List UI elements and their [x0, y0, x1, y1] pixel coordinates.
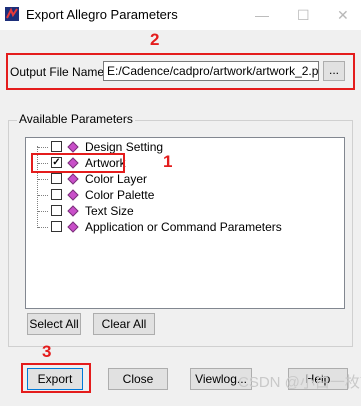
checkbox[interactable] [51, 141, 62, 152]
window-title: Export Allegro Parameters [26, 7, 178, 22]
tree-item-label: Application or Command Parameters [85, 220, 282, 234]
clear-all-button[interactable]: Clear All [93, 313, 155, 335]
parameter-icon [67, 173, 79, 185]
parameter-icon [67, 221, 79, 233]
tree-item-label: Text Size [85, 204, 134, 218]
browse-button[interactable]: ... [323, 61, 345, 81]
parameter-icon [67, 141, 79, 153]
parameters-group-label: Available Parameters [17, 112, 135, 126]
tree-item-label: Design Setting [85, 140, 164, 154]
checkbox[interactable] [51, 205, 62, 216]
checkbox[interactable] [51, 189, 62, 200]
watermark: CSDN @小白一枚Y [238, 374, 361, 391]
select-all-button[interactable]: Select All [27, 313, 81, 335]
annotation-number-1: 1 [163, 152, 173, 171]
parameter-icon [67, 205, 79, 217]
parameter-icon [67, 189, 79, 201]
annotation-number-2: 2 [150, 30, 160, 49]
output-file-label: Output File Name: [10, 65, 108, 79]
export-button[interactable]: Export [27, 368, 83, 390]
app-icon [5, 7, 19, 21]
checkbox[interactable] [51, 173, 62, 184]
maximize-button[interactable]: ☐ [297, 7, 310, 24]
output-file-field[interactable]: E:/Cadence/cadpro/artwork/artwork_2.prm [103, 61, 319, 81]
annotation-box-artwork [31, 153, 125, 173]
checkbox[interactable] [51, 221, 62, 232]
close-button[interactable]: Close [108, 368, 168, 390]
annotation-number-3: 3 [42, 342, 52, 361]
minimize-button[interactable]: — [255, 7, 269, 23]
tree-item-label: Color Palette [85, 188, 155, 202]
close-window-button[interactable]: ✕ [337, 7, 349, 24]
tree-item-label: Color Layer [85, 172, 148, 186]
